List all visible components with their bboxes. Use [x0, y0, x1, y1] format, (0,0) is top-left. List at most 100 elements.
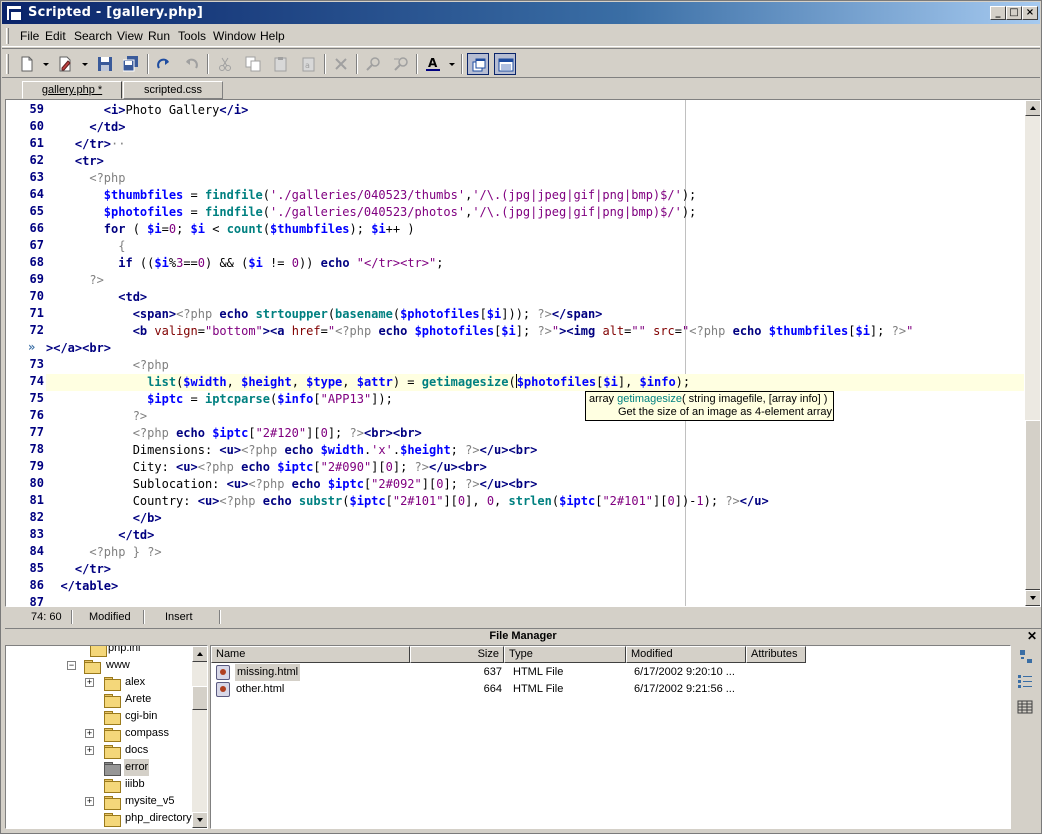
column-header-modified[interactable]: Modified [626, 646, 746, 663]
paste-icon[interactable] [270, 53, 292, 75]
code-line[interactable]: Dimensions: <u><?php echo $width.'x'.$he… [46, 442, 538, 459]
code-line[interactable]: </td> [46, 527, 154, 544]
code-area[interactable]: 59 60 61 62 63 64 65 66 67 68 69 70 71 7… [6, 100, 1024, 606]
details-view-icon[interactable] [1017, 699, 1033, 715]
menu-view[interactable]: View [117, 29, 143, 43]
replace-icon[interactable] [390, 53, 412, 75]
code-line[interactable]: </table> [46, 578, 118, 595]
code-line[interactable]: <i>Photo Gallery</i> [46, 102, 249, 119]
app-icon[interactable] [6, 5, 23, 22]
code-line[interactable]: </td> [46, 119, 125, 136]
menu-tools[interactable]: Tools [178, 29, 206, 43]
editor-vertical-scrollbar[interactable] [1025, 100, 1040, 606]
tile-windows-icon[interactable] [467, 53, 489, 75]
menu-help[interactable]: Help [260, 29, 285, 43]
code-line[interactable]: $iptc = iptcparse($info["APP13"]); [46, 391, 393, 408]
menu-edit[interactable]: Edit [45, 29, 66, 43]
scroll-down-button[interactable] [1025, 590, 1040, 606]
edit-icon[interactable] [54, 53, 76, 75]
code-line[interactable]: <?php } ?> [46, 544, 161, 561]
file-manager-close-icon[interactable]: ✕ [1027, 629, 1037, 643]
tree-scroll-up-button[interactable] [192, 646, 207, 662]
expand-icon[interactable]: + [85, 729, 94, 738]
code-line[interactable]: <td> [46, 289, 147, 306]
minimize-button[interactable]: _ [990, 6, 1006, 20]
list-view-icon[interactable] [1017, 673, 1033, 689]
tree-item-iiibb[interactable]: iiibb [6, 776, 192, 793]
tree-vertical-scrollbar[interactable] [192, 646, 207, 828]
redo-icon[interactable] [153, 53, 175, 75]
paste-special-icon[interactable]: a [298, 53, 320, 75]
menu-run[interactable]: Run [148, 29, 170, 43]
title-bar[interactable]: Scripted - [gallery.php] _ □ × [2, 2, 1040, 24]
maximize-button[interactable]: □ [1006, 6, 1022, 20]
tree-item-alex[interactable]: + alex [6, 674, 192, 691]
code-line[interactable]: <tr> [46, 153, 104, 170]
file-list[interactable]: Name Size Type Modified Attributes missi… [210, 645, 1011, 829]
code-line[interactable]: ></a><br> [46, 340, 111, 357]
tree-item-mysite-v5[interactable]: + mysite_v5 [6, 793, 192, 810]
tab-gallery-php[interactable]: gallery.php * [22, 81, 122, 99]
menu-window[interactable]: Window [213, 29, 256, 43]
tree-item[interactable]: php.ini [6, 646, 192, 657]
folder-tree[interactable]: php.ini − www + alex Arete cgi-bin + com… [5, 645, 208, 829]
expand-icon[interactable]: + [85, 678, 94, 687]
code-line[interactable]: list($width, $height, $type, $attr) = ge… [46, 374, 690, 391]
code-line[interactable]: <span><?php echo strtoupper(basename($ph… [46, 306, 603, 323]
code-line[interactable]: $thumbfiles = findfile('./galleries/0405… [46, 187, 696, 204]
code-line[interactable]: </tr> [46, 561, 111, 578]
copy-icon[interactable] [242, 53, 264, 75]
code-line[interactable]: <?php [46, 170, 125, 187]
code-line[interactable]: City: <u><?php echo $iptc["2#090"][0]; ?… [46, 459, 487, 476]
code-line[interactable]: ?> [46, 408, 147, 425]
code-editor[interactable]: 59 60 61 62 63 64 65 66 67 68 69 70 71 7… [5, 99, 1041, 607]
code-line[interactable]: for ( $i=0; $i < count($thumbfiles); $i+… [46, 221, 415, 238]
file-row[interactable]: missing.html 637 HTML File 6/17/2002 9:2… [211, 664, 1010, 681]
font-color-icon[interactable]: A [422, 53, 444, 75]
undo-icon[interactable] [180, 53, 202, 75]
file-row[interactable]: other.html 664 HTML File 6/17/2002 9:21:… [211, 681, 1010, 698]
tree-item-arete[interactable]: Arete [6, 691, 192, 708]
menu-grip[interactable] [6, 28, 9, 44]
column-header-name[interactable]: Name [211, 646, 410, 663]
edit-dropdown-icon[interactable] [82, 63, 88, 66]
tree-item-www[interactable]: − www [6, 657, 192, 674]
code-line[interactable]: </b> [46, 510, 162, 527]
code-line[interactable]: ?> [46, 272, 103, 289]
code-line[interactable]: $photofiles = findfile('./galleries/0405… [46, 204, 696, 221]
save-icon[interactable] [94, 53, 116, 75]
scroll-up-button[interactable] [1025, 100, 1040, 116]
column-header-attributes[interactable]: Attributes [746, 646, 806, 663]
tree-item-docs[interactable]: + docs [6, 742, 192, 759]
tree-item-php-directory[interactable]: php_directory [6, 810, 192, 827]
delete-icon[interactable] [330, 53, 352, 75]
tree-scroll-thumb[interactable] [192, 686, 207, 710]
scroll-thumb[interactable] [1025, 420, 1040, 590]
collapse-icon[interactable]: − [67, 661, 76, 670]
new-file-dropdown-icon[interactable] [43, 63, 49, 66]
tree-scroll-down-button[interactable] [192, 812, 207, 828]
code-line[interactable]: </tr>·· [46, 136, 126, 153]
large-icons-view-icon[interactable] [1017, 649, 1033, 665]
code-line[interactable]: <?php echo $iptc["2#120"][0]; ?><br><br> [46, 425, 422, 442]
find-icon[interactable] [362, 53, 384, 75]
tree-item-compass[interactable]: + compass [6, 725, 192, 742]
code-line[interactable]: <?php [46, 357, 169, 374]
tree-item-error[interactable]: error [6, 759, 192, 776]
code-line[interactable]: if (($i%3==0) && ($i != 0)) echo "</tr><… [46, 255, 443, 272]
full-window-icon[interactable] [494, 53, 516, 75]
menu-search[interactable]: Search [74, 29, 112, 43]
tab-scripted-css[interactable]: scripted.css [123, 81, 223, 99]
toolbar-grip[interactable] [6, 54, 9, 74]
code-line[interactable]: Sublocation: <u><?php echo $iptc["2#092"… [46, 476, 538, 493]
save-all-icon[interactable] [120, 53, 142, 75]
column-header-size[interactable]: Size [410, 646, 504, 663]
font-color-dropdown-icon[interactable] [449, 63, 455, 66]
code-line[interactable]: <b valign="bottom"><a href="<?php echo $… [46, 323, 914, 340]
tree-item-cgi-bin[interactable]: cgi-bin [6, 708, 192, 725]
menu-file[interactable]: File [20, 29, 39, 43]
code-line[interactable]: Country: <u><?php echo substr($iptc["2#1… [46, 493, 769, 510]
code-line[interactable]: { [46, 238, 125, 255]
column-header-type[interactable]: Type [504, 646, 626, 663]
expand-icon[interactable]: + [85, 797, 94, 806]
